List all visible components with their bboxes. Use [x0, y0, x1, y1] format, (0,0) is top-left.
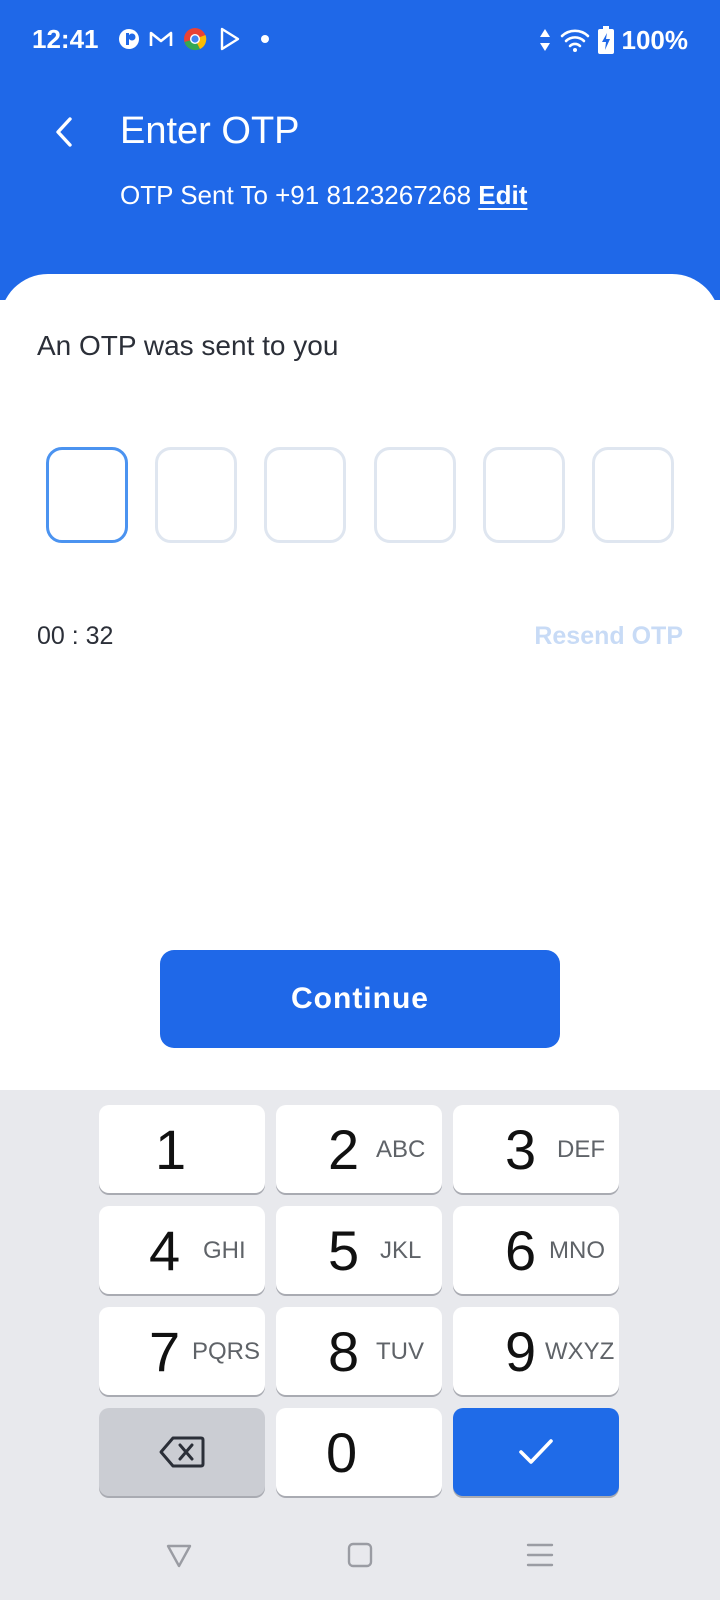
backspace-icon — [159, 1436, 205, 1468]
otp-digit-6[interactable] — [591, 447, 674, 543]
data-arrows-icon — [539, 29, 550, 51]
key-3[interactable]: 3 DEF — [453, 1105, 619, 1193]
back-button[interactable] — [44, 112, 84, 152]
key-digit: 9 — [505, 1320, 537, 1383]
countdown-timer: 00 : 32 — [37, 622, 114, 650]
key-letters: DEF — [557, 1136, 605, 1163]
status-time: 12:41 — [32, 24, 99, 54]
chrome-icon — [184, 28, 207, 51]
checkmark-icon — [519, 1439, 553, 1464]
nav-recents-button[interactable] — [524, 1539, 556, 1571]
dot-icon — [261, 35, 269, 43]
key-digit: 1 — [155, 1118, 187, 1181]
key-2[interactable]: 2 ABC — [276, 1105, 442, 1193]
key-digit: 2 — [328, 1118, 360, 1181]
key-digit: 6 — [505, 1219, 537, 1282]
otp-digit-3[interactable] — [264, 447, 347, 543]
continue-button[interactable]: Continue — [160, 950, 560, 1048]
otp-sent-to: OTP Sent To +91 8123267268 Edit — [120, 180, 527, 211]
numeric-keyboard: 1 2 ABC 3 DEF 4 GHI 5 JKL 6 MNO 7 PQRS 8… — [0, 1090, 720, 1600]
triangle-back-icon — [166, 1544, 192, 1568]
resend-otp-button[interactable]: Resend OTP — [534, 622, 683, 651]
page-title: Enter OTP — [120, 110, 300, 152]
key-7[interactable]: 7 PQRS — [99, 1307, 265, 1395]
key-digit: 0 — [326, 1421, 358, 1484]
app-icon — [119, 29, 139, 49]
square-home-icon — [347, 1542, 373, 1568]
key-letters: TUV — [376, 1338, 424, 1365]
key-letters: GHI — [203, 1237, 246, 1264]
gmail-icon — [149, 31, 173, 46]
play-store-icon — [220, 27, 240, 51]
key-5[interactable]: 5 JKL — [276, 1206, 442, 1294]
edit-link[interactable]: Edit — [478, 180, 527, 210]
battery-charging-icon — [597, 26, 614, 54]
status-bar: 12:41 100% — [0, 0, 720, 80]
key-8[interactable]: 8 TUV — [276, 1307, 442, 1395]
nav-back-button[interactable] — [163, 1539, 195, 1571]
otp-input-row — [46, 447, 674, 547]
key-letters: PQRS — [192, 1338, 261, 1365]
wifi-icon — [560, 29, 589, 52]
key-digit: 7 — [149, 1320, 181, 1383]
otp-digit-1[interactable] — [46, 447, 128, 543]
key-6[interactable]: 6 MNO — [453, 1206, 619, 1294]
key-4[interactable]: 4 GHI — [99, 1206, 265, 1294]
nav-home-button[interactable] — [344, 1539, 376, 1571]
key-digit: 5 — [328, 1219, 360, 1282]
otp-sent-to-text: OTP Sent To +91 8123267268 — [120, 180, 472, 210]
key-letters: JKL — [380, 1237, 422, 1264]
chevron-left-icon — [56, 117, 72, 147]
key-0[interactable]: 0 — [276, 1408, 442, 1496]
system-nav-bar — [0, 1525, 720, 1585]
backspace-key[interactable] — [99, 1408, 265, 1496]
menu-lines-icon — [526, 1543, 554, 1567]
key-digit: 8 — [328, 1320, 360, 1383]
key-letters: ABC — [376, 1136, 426, 1163]
otp-digit-5[interactable] — [482, 447, 565, 543]
key-letters: WXYZ — [545, 1338, 615, 1365]
status-right: 100% — [538, 24, 689, 56]
key-letters: MNO — [549, 1237, 605, 1264]
key-9[interactable]: 9 WXYZ — [453, 1307, 619, 1395]
key-digit: 4 — [149, 1219, 181, 1282]
otp-digit-2[interactable] — [155, 447, 238, 543]
otp-prompt: An OTP was sent to you — [37, 330, 339, 361]
otp-digit-4[interactable] — [373, 447, 456, 543]
done-key[interactable] — [453, 1408, 619, 1496]
key-1[interactable]: 1 — [99, 1105, 265, 1193]
battery-percent: 100% — [621, 24, 689, 55]
key-digit: 3 — [505, 1118, 537, 1181]
